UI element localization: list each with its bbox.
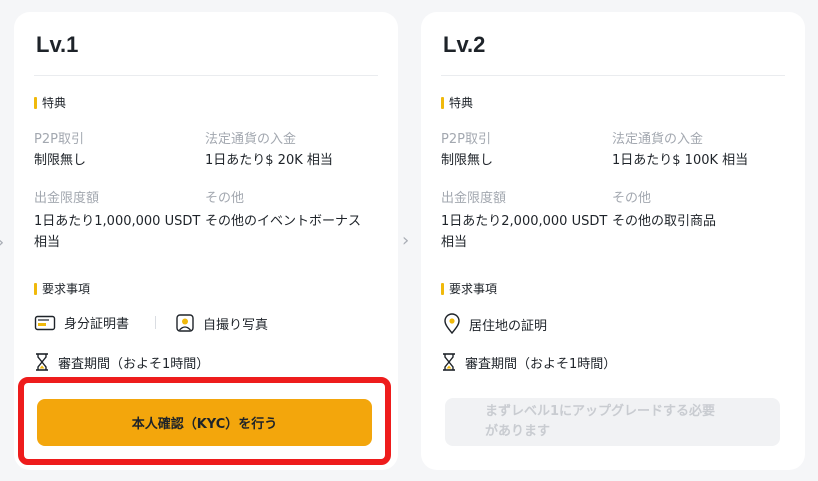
accent-bar [441,96,444,109]
benefits-header: 特典 [441,94,473,111]
upgrade-required-line2: があります [485,424,551,439]
fiat-deposit-label: 法定通貨の入金 [205,132,297,147]
p2p-label: P2P取引 [441,132,491,147]
separator [155,316,156,329]
other-value: その他のイベントボーナス [205,214,362,229]
requirement-selfie-label: 自撮り写真 [203,317,269,333]
withdraw-limit-value: 1日あたり2,000,000 USDT [441,214,608,229]
requirement-address-label: 居住地の証明 [469,318,548,334]
upgrade-required-line1: まずレベル1にアップグレードする必要 [485,404,716,419]
review-period: 審査期間（およそ1時間） [441,352,616,372]
review-period-label: 審査期間（およそ1時間） [58,356,210,372]
p2p-label: P2P取引 [34,132,84,147]
benefits-header-label: 特典 [42,96,67,110]
requirements-header: 要求事項 [441,280,497,297]
p2p-value: 制限無し [441,153,494,168]
requirement-id: 身分証明書 [34,313,129,332]
accent-bar [34,96,37,109]
chevron-right-icon[interactable]: › [0,232,4,253]
fiat-deposit-value: 1日あたり$ 100K 相当 [612,153,749,168]
withdraw-limit-value-cont: 相当 [34,235,61,250]
hourglass-icon [36,353,48,371]
hourglass-icon [443,353,455,371]
p2p-value: 制限無し [34,153,87,168]
review-period: 審査期間（およそ1時間） [34,352,209,372]
fiat-deposit-label: 法定通貨の入金 [612,132,704,147]
requirement-id-label: 身分証明書 [64,317,130,332]
requirement-address: 居住地の証明 [443,313,547,335]
location-pin-icon [444,313,460,335]
accent-bar [441,282,444,295]
level-title: Lv.2 [443,32,486,57]
requirement-selfie: 自撮り写真 [175,313,268,333]
fiat-deposit-value: 1日あたり$ 20K 相当 [205,153,333,168]
withdraw-limit-value-cont: 相当 [441,235,468,250]
review-period-label: 審査期間（およそ1時間） [465,356,617,372]
requirements-header: 要求事項 [34,280,90,297]
upgrade-required-button[interactable]: まずレベル1にアップグレードする必要 があります [445,398,780,446]
id-card-icon [34,315,56,330]
other-label: その他 [205,191,245,206]
benefits-header: 特典 [34,94,66,111]
withdraw-limit-value: 1日あたり1,000,000 USDT [34,214,201,229]
divider [34,75,378,76]
benefits-header-label: 特典 [449,96,474,110]
level-title: Lv.1 [36,32,79,57]
other-label: その他 [612,191,652,206]
accent-bar [34,282,37,295]
divider [441,75,785,76]
other-value: その他の取引商品 [612,214,717,229]
kyc-verify-button[interactable]: 本人確認（KYC）を行う [37,399,372,446]
selfie-icon [176,314,194,332]
requirements-header-label: 要求事項 [449,282,498,296]
chevron-right-icon[interactable]: › [402,230,409,251]
requirements-header-label: 要求事項 [42,282,91,296]
withdraw-limit-label: 出金限度額 [34,191,100,206]
withdraw-limit-label: 出金限度額 [441,191,507,206]
